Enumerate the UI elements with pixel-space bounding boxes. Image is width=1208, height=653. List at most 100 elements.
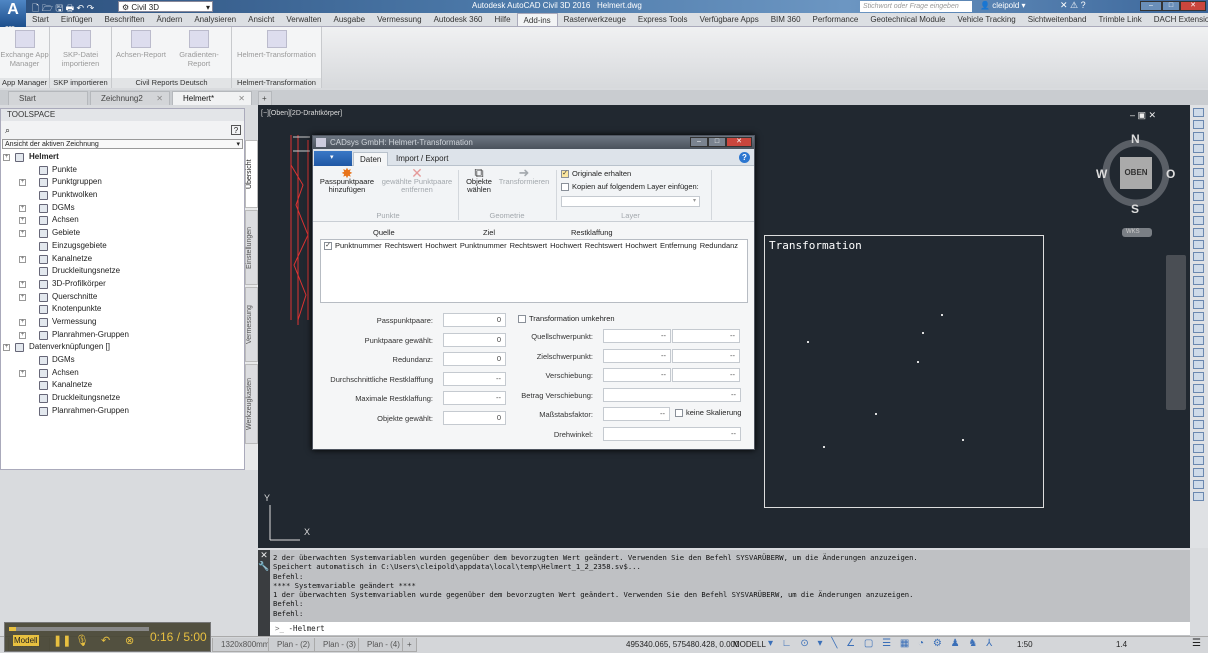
ribbon-tab-vehicle-tracking[interactable]: Vehicle Tracking — [951, 13, 1021, 26]
ribbon-tab-sichtweitenband[interactable]: Sichtweitenband — [1022, 13, 1093, 26]
field-value[interactable]: -- — [443, 371, 506, 386]
invert-transformation-checkbox[interactable]: Transformation umkehren — [518, 314, 615, 324]
search-input[interactable]: Stichwort oder Frage eingeben — [860, 1, 972, 12]
column-header[interactable]: Hochwert — [425, 240, 457, 252]
tool-icon[interactable] — [1193, 264, 1204, 273]
tool-icon[interactable] — [1193, 444, 1204, 453]
tool-icon[interactable] — [1193, 312, 1204, 321]
tool-icon[interactable] — [1193, 120, 1204, 129]
ucs-label[interactable]: WKS — [1126, 229, 1140, 235]
field-value[interactable]: 0 — [443, 332, 506, 347]
tree-item[interactable]: DGMs — [1, 354, 244, 367]
dialog-menu-button[interactable]: ▾ — [314, 151, 352, 166]
side-tab-vermessung[interactable]: Vermessung — [245, 287, 258, 362]
expand-toggle-icon[interactable]: + — [19, 255, 26, 263]
tree-item[interactable]: Knotenpunkte — [1, 303, 244, 316]
ribbon-tab-analysieren[interactable]: Analysieren — [188, 13, 242, 26]
dialog-title-bar[interactable]: CADsys GmbH: Helmert-Transformation – □ … — [313, 136, 754, 149]
application-menu-button[interactable]: AC3D — [0, 0, 26, 32]
tree-item[interactable]: Punktwolken — [1, 189, 244, 202]
tool-icon[interactable] — [1193, 456, 1204, 465]
viewcube-west[interactable]: W — [1096, 167, 1107, 181]
expand-toggle-icon[interactable]: + — [19, 217, 26, 225]
close-icon[interactable]: ✕ — [238, 92, 245, 105]
tree-item[interactable]: + Achsen — [1, 367, 244, 380]
column-header[interactable]: Hochwert — [625, 240, 657, 252]
tool-icon[interactable] — [1193, 384, 1204, 393]
tree-item[interactable]: + Kanalnetze — [1, 253, 244, 266]
tree-item[interactable]: Planrahmen-Gruppen — [1, 405, 244, 418]
ribbon-tab-dach-extension[interactable]: DACH Extension — [1148, 13, 1208, 26]
column-header[interactable]: Entfernung — [660, 240, 697, 252]
layout-tab-plan-2[interactable]: Plan - (2) — [268, 638, 319, 652]
undo-icon[interactable]: ↶ — [101, 634, 110, 647]
recorder-modell[interactable]: Modell — [13, 635, 39, 646]
column-header[interactable]: Punktnummer — [460, 240, 507, 252]
tree-item[interactable]: Kanalnetze — [1, 379, 244, 392]
tool-icon[interactable] — [1193, 180, 1204, 189]
ribbon-tab-rasterwerkzeuge[interactable]: Rasterwerkzeuge — [558, 13, 632, 26]
help-icon[interactable]: ? — [231, 125, 241, 135]
column-header[interactable]: Rechtswert — [510, 240, 548, 252]
tool-icon[interactable] — [1193, 348, 1204, 357]
tree-item[interactable]: + Helmert — [1, 151, 244, 164]
close-button[interactable]: ✕ — [726, 137, 752, 147]
help-icon[interactable]: ? — [739, 152, 750, 163]
ribbon-tab-start[interactable]: Start — [26, 13, 55, 26]
transform-button[interactable]: ➜ Transformieren — [497, 166, 551, 186]
column-header[interactable]: Punktnummer — [335, 240, 382, 252]
ribbon-tab-add-ins[interactable]: Add-ins — [516, 13, 558, 26]
expand-toggle-icon[interactable]: + — [19, 369, 26, 377]
tool-icon[interactable] — [1193, 228, 1204, 237]
expand-toggle-icon[interactable]: + — [19, 179, 26, 187]
status-toggle-icons[interactable]: ▾ ∟ ⊙ ▾ ╲ ∠ ▢ ☰ ▦ ◔ ⚙ ♟ ♞ ⅄ — [768, 638, 995, 649]
maximize-button[interactable]: □ — [708, 137, 726, 147]
tree-item[interactable]: + DGMs — [1, 202, 244, 215]
tool-icon[interactable] — [1193, 336, 1204, 345]
tool-icon[interactable] — [1193, 360, 1204, 369]
field-value[interactable]: -- — [603, 368, 671, 382]
tool-icon[interactable] — [1193, 420, 1204, 429]
field-value[interactable]: -- — [603, 407, 670, 421]
tool-icon[interactable] — [1193, 300, 1204, 309]
expand-toggle-icon[interactable]: + — [19, 331, 26, 339]
tool-icon[interactable] — [1193, 432, 1204, 441]
expand-toggle-icon[interactable]: + — [19, 204, 26, 212]
viewport-window-controls[interactable]: – ▣ ✕ — [1130, 110, 1156, 121]
ribbon-tab-performance[interactable]: Performance — [807, 13, 865, 26]
field-value[interactable]: 0 — [443, 352, 506, 366]
tool-icon[interactable] — [1193, 252, 1204, 261]
ribbon-tab-trimble-link[interactable]: Trimble Link — [1092, 13, 1147, 26]
viewcube-top[interactable]: OBEN — [1122, 168, 1150, 177]
tree-item[interactable]: + Gebiete — [1, 227, 244, 240]
select-objects-button[interactable]: ⧉ Objekte wählen — [463, 166, 495, 195]
maximize-button[interactable]: □ — [1162, 1, 1180, 11]
tool-icon[interactable] — [1193, 168, 1204, 177]
workspace-indicator[interactable]: 1.4 — [1116, 640, 1127, 649]
column-header[interactable]: Rechtswert — [585, 240, 623, 252]
tool-icon[interactable] — [1193, 204, 1204, 213]
doc-tab-helmert[interactable]: Helmert* ✕ — [172, 91, 252, 105]
help-icon[interactable]: ✕ ⚠ ? — [1060, 0, 1086, 11]
tool-icon[interactable] — [1193, 192, 1204, 201]
field-value[interactable]: -- — [672, 348, 740, 363]
side-tab-uebersicht[interactable]: Übersicht — [245, 140, 258, 208]
expand-toggle-icon[interactable]: + — [19, 293, 26, 301]
viewcube-north[interactable]: N — [1131, 132, 1140, 146]
ribbon-tab-vermessung[interactable]: Vermessung — [371, 13, 427, 26]
tree-item[interactable]: Druckleitungsnetze — [1, 392, 244, 405]
column-header[interactable]: Hochwert — [550, 240, 582, 252]
navigation-bar[interactable] — [1166, 255, 1186, 410]
pause-icon[interactable]: ❚❚ — [53, 634, 71, 647]
tree-item[interactable]: + Vermessung — [1, 316, 244, 329]
ribbon-tab-express-tools[interactable]: Express Tools — [632, 13, 694, 26]
tool-icon[interactable] — [1193, 108, 1204, 117]
new-layout-button[interactable]: + — [402, 638, 417, 652]
new-tab-button[interactable]: + — [258, 91, 272, 105]
skp-import-button[interactable]: SKP-Datei importieren — [50, 30, 111, 68]
doc-tab-start[interactable]: Start — [8, 91, 88, 105]
tool-icon[interactable] — [1193, 276, 1204, 285]
ribbon-tab-autodesk-360[interactable]: Autodesk 360 — [428, 13, 489, 26]
helmert-transformation-button[interactable]: Helmert-Transformation — [232, 30, 321, 59]
field-value[interactable]: -- — [672, 329, 740, 343]
